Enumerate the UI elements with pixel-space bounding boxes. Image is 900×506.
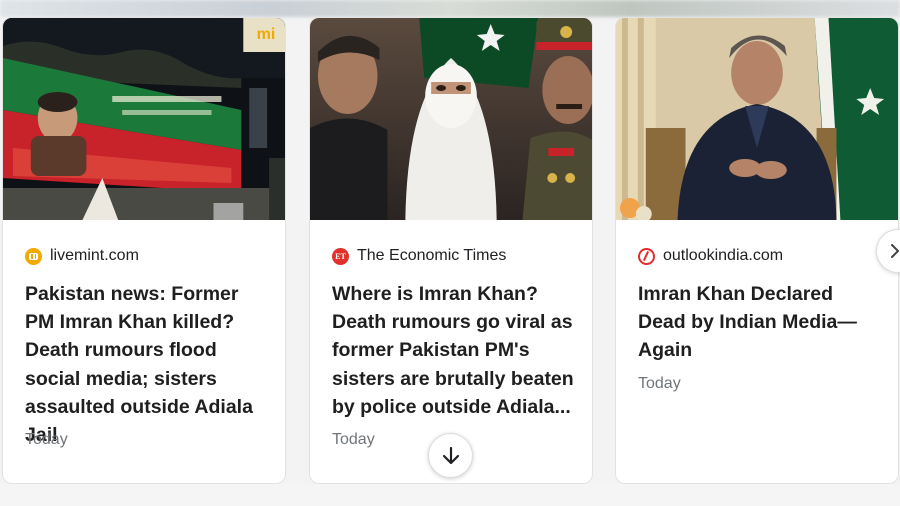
news-source: livemint.com <box>25 246 139 266</box>
livemint-logo-icon <box>25 247 42 265</box>
news-card-livemint[interactable]: mi livemint.com Pakistan news: Former PM… <box>2 17 286 484</box>
news-thumbnail[interactable] <box>310 18 592 220</box>
news-headline[interactable]: Pakistan news: Former PM Imran Khan kill… <box>25 280 267 449</box>
news-timestamp: Today <box>638 375 681 392</box>
news-card-economic-times[interactable]: ET The Economic Times Where is Imran Kha… <box>309 17 593 484</box>
news-source-name: livemint.com <box>50 247 139 264</box>
outlookindia-logo-icon <box>638 247 655 265</box>
news-card-outlookindia[interactable]: outlookindia.com Imran Khan Declared Dea… <box>615 17 899 484</box>
news-source-name: outlookindia.com <box>663 247 784 264</box>
three-figures-image <box>310 18 592 220</box>
news-source-name: The Economic Times <box>357 247 507 264</box>
publisher-badge: mi <box>256 26 276 43</box>
news-timestamp: Today <box>25 431 68 448</box>
seated-man-with-flag-image <box>616 18 898 220</box>
arrow-down-icon <box>442 446 459 464</box>
top-blurred-strip <box>0 0 900 17</box>
news-source: ET The Economic Times <box>332 246 506 266</box>
news-thumbnail[interactable] <box>616 18 898 220</box>
news-headline[interactable]: Imran Khan Declared Dead by Indian Media… <box>638 280 880 365</box>
rally-truck-image <box>3 18 285 220</box>
news-timestamp: Today <box>332 431 375 448</box>
news-thumbnail[interactable]: mi <box>3 18 285 220</box>
bottom-edge <box>0 484 900 506</box>
news-source: outlookindia.com <box>638 246 783 266</box>
scroll-down-button[interactable] <box>428 433 473 478</box>
news-headline[interactable]: Where is Imran Khan? Death rumours go vi… <box>332 280 574 421</box>
economic-times-logo-icon: ET <box>332 247 349 265</box>
chevron-right-icon <box>891 244 899 258</box>
